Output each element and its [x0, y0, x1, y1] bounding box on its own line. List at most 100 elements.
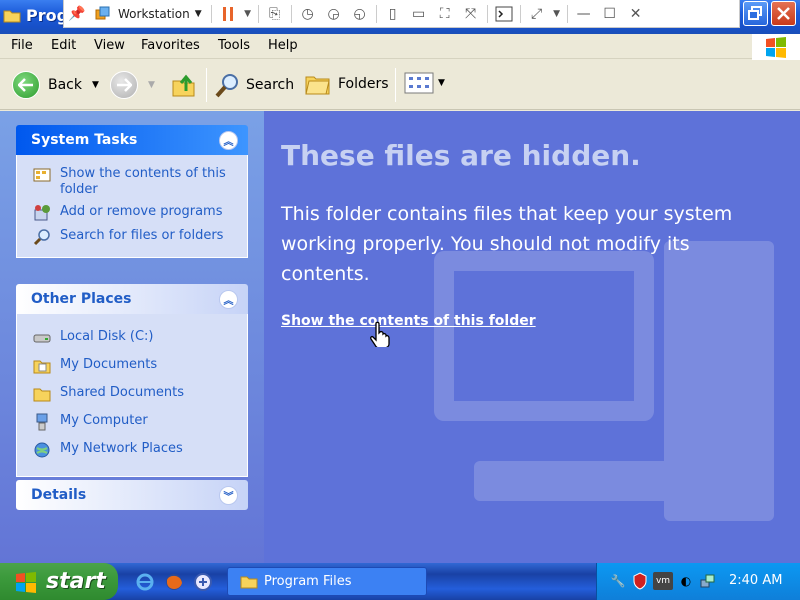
search-button[interactable]: Search [214, 71, 294, 99]
menu-favorites[interactable]: Favorites [141, 38, 200, 53]
audio-icon[interactable]: ◐ [677, 572, 695, 590]
windows-logo-icon [16, 571, 36, 593]
minimize-icon[interactable]: — [571, 1, 597, 27]
folders-label: Folders [338, 76, 389, 92]
menu-help[interactable]: Help [268, 38, 298, 53]
views-button[interactable]: ▼ [404, 71, 445, 95]
back-button[interactable]: Back ▼ [12, 71, 99, 99]
menu-bar: File Edit View Favorites Tools Help [0, 34, 800, 59]
navigation-toolbar: Back ▼ ▼ Search Folders ▼ [0, 60, 800, 110]
menu-tools[interactable]: Tools [218, 38, 250, 53]
system-tasks-list: Show the contents of this folder Add or … [16, 155, 248, 258]
my-computer-label: My Computer [60, 413, 148, 428]
network-places-label: My Network Places [60, 441, 183, 456]
local-disk-icon [32, 329, 52, 347]
tools-tray-icon[interactable]: 🔧 [609, 572, 627, 590]
network-adapter-icon[interactable]: ⎘ [262, 1, 288, 27]
chevron-down-icon[interactable]: ▼ [550, 1, 564, 27]
divider [210, 4, 212, 23]
collapse-chevron-icon[interactable]: ︽ [219, 130, 238, 150]
search-files-link[interactable]: Search for files or folders [17, 225, 247, 249]
close-button[interactable] [771, 1, 796, 26]
divider [486, 4, 488, 23]
stretch-icon[interactable]: ⤢ [524, 1, 550, 27]
chevron-down-icon: ▼ [194, 8, 202, 19]
page-title: These files are hidden. [281, 139, 641, 172]
expand-chevron-icon[interactable]: ︾ [219, 485, 238, 505]
my-computer-icon [32, 413, 52, 431]
divider [206, 68, 207, 102]
menu-file[interactable]: File [11, 38, 33, 53]
sidebar-view-icon[interactable]: ▯ [380, 1, 406, 27]
collapse-chevron-icon[interactable]: ︽ [219, 289, 238, 309]
shared-documents-icon [32, 385, 52, 403]
details-panel: Details ︾ [16, 480, 248, 510]
revert-snapshot-icon[interactable]: ◶ [321, 1, 347, 27]
folder-contents-icon [32, 166, 52, 184]
menu-edit[interactable]: Edit [51, 38, 76, 53]
menu-view[interactable]: View [94, 38, 125, 53]
divider [257, 4, 259, 23]
my-computer-link[interactable]: My Computer [17, 408, 247, 436]
add-remove-programs-link[interactable]: Add or remove programs [17, 201, 247, 225]
divider [375, 4, 377, 23]
pin-icon[interactable]: 📌 [64, 1, 90, 27]
divider [566, 4, 568, 23]
chevron-down-icon[interactable]: ▼ [241, 1, 255, 27]
local-disk-link[interactable]: Local Disk (C:) [17, 324, 247, 352]
show-contents-label: Show the contents of this folder [60, 166, 226, 197]
maximize-icon[interactable]: ☐ [597, 1, 623, 27]
shared-documents-link[interactable]: Shared Documents [17, 380, 247, 408]
fullscreen-icon[interactable]: ⛶ [432, 1, 458, 27]
show-contents-link[interactable]: Show the contents of this folder [281, 313, 536, 329]
up-folder-icon [172, 74, 195, 97]
other-places-header[interactable]: Other Places ︽ [16, 284, 248, 314]
taskbar-program-label: Program Files [264, 574, 352, 589]
start-label: start [46, 569, 106, 594]
divider [395, 68, 396, 102]
back-arrow-icon [12, 71, 40, 99]
folders-icon [305, 76, 330, 95]
my-documents-link[interactable]: My Documents [17, 352, 247, 380]
other-places-list: Local Disk (C:) My Documents Shared Docu… [16, 314, 248, 477]
unity-icon[interactable]: ⤧ [458, 1, 484, 27]
show-contents-link[interactable]: Show the contents of this folder [17, 163, 247, 201]
window-title: Prog [26, 6, 69, 25]
vmware-tools-icon[interactable]: vm [653, 572, 673, 590]
folder-icon [3, 8, 21, 23]
details-header[interactable]: Details ︾ [16, 480, 248, 510]
divider [519, 4, 521, 23]
internet-explorer-icon[interactable] [134, 571, 156, 593]
workstation-menu[interactable]: Workstation ▼ [116, 7, 208, 21]
windows-logo-icon [752, 34, 800, 60]
network-places-link[interactable]: My Network Places [17, 436, 247, 464]
snapshot-manager-icon[interactable]: ◵ [347, 1, 373, 27]
thumbnail-view-icon[interactable]: ▭ [406, 1, 432, 27]
folder-icon [240, 576, 258, 589]
add-remove-programs-label: Add or remove programs [60, 204, 223, 219]
up-folder-button[interactable] [170, 71, 198, 99]
security-shield-icon[interactable] [631, 572, 649, 590]
folders-button[interactable]: Folders [304, 71, 389, 97]
workstation-label: Workstation [118, 6, 190, 21]
show-desktop-icon[interactable] [192, 571, 214, 593]
network-tray-icon[interactable] [699, 572, 717, 590]
other-places-title: Other Places [31, 291, 132, 307]
system-tasks-header[interactable]: System Tasks ︽ [16, 125, 248, 155]
forward-button[interactable]: ▼ [110, 71, 155, 99]
close-icon[interactable]: ✕ [623, 1, 649, 27]
pause-icon[interactable] [215, 1, 241, 27]
search-icon [215, 74, 238, 98]
vm-window-icon[interactable] [90, 1, 116, 27]
warning-description: This folder contains files that keep you… [281, 203, 733, 285]
start-button[interactable]: start [0, 563, 118, 600]
chevron-down-icon[interactable]: ▼ [92, 80, 99, 90]
taskbar-program-files[interactable]: Program Files [227, 567, 427, 596]
snapshot-icon[interactable]: ◷ [295, 1, 321, 27]
console-icon[interactable] [491, 1, 517, 27]
local-disk-label: Local Disk (C:) [60, 329, 154, 344]
task-pane: System Tasks ︽ Show the contents of this… [0, 111, 264, 563]
restore-button[interactable] [743, 1, 768, 26]
firefox-icon[interactable] [163, 571, 185, 593]
vm-toolbar: 📌 Workstation ▼ ▼ ⎘ ◷ ◶ ◵ ▯ ▭ ⛶ ⤧ ⤢ ▼ — … [63, 0, 740, 28]
